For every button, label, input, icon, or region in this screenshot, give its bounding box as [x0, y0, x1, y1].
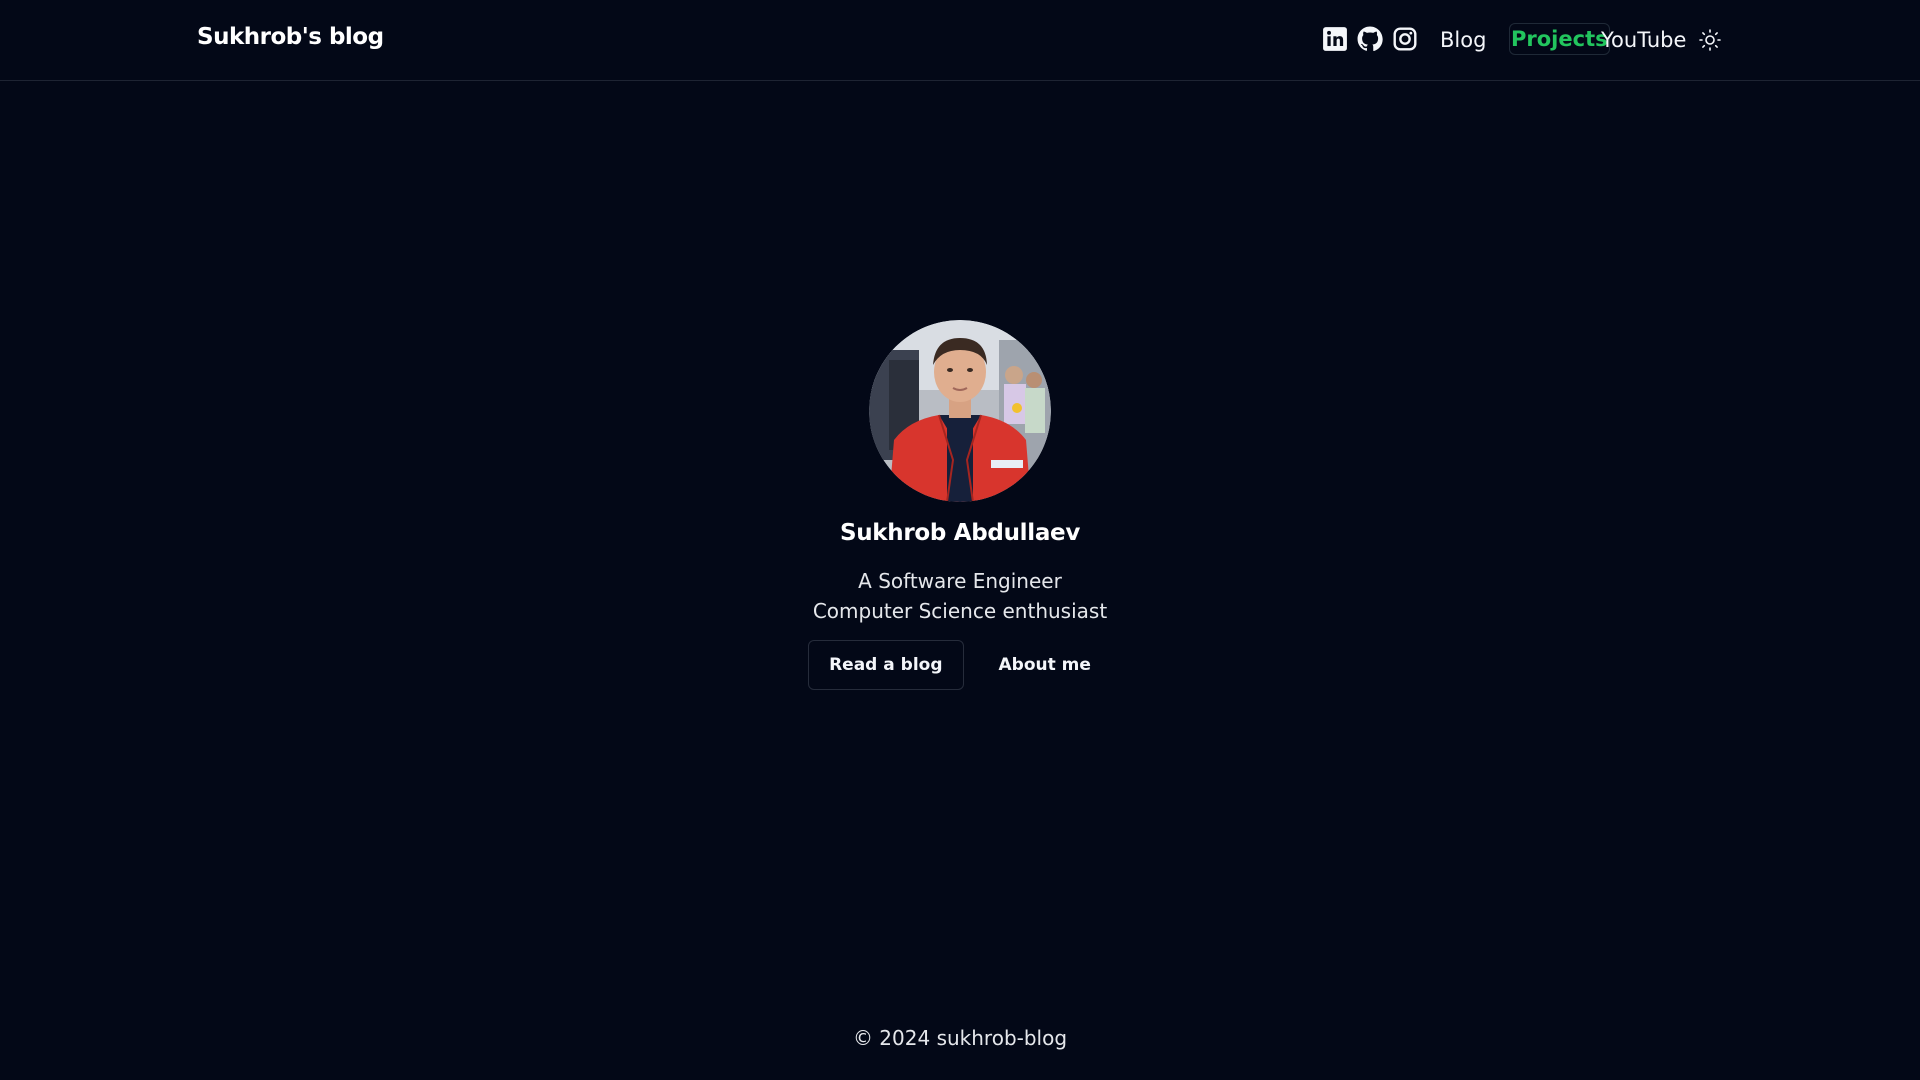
hero-actions: Read a blog About me: [0, 640, 1920, 690]
nav-blog-link[interactable]: Blog: [1440, 27, 1486, 53]
site-brand-link[interactable]: Sukhrob's blog: [197, 24, 384, 50]
about-me-button[interactable]: About me: [978, 640, 1112, 690]
linkedin-link[interactable]: [1322, 26, 1348, 52]
avatar: [869, 320, 1051, 502]
nav-projects-link[interactable]: Projects: [1509, 23, 1610, 55]
instagram-icon: [1392, 26, 1418, 52]
nav-youtube-link[interactable]: YouTube: [1601, 27, 1686, 53]
tagline-line-1: A Software Engineer: [858, 569, 1062, 593]
hero-section: Sukhrob Abdullaev A Software Engineer Co…: [0, 320, 1920, 690]
site-header: Sukhrob's blog Blog Projects YouTube: [0, 0, 1920, 81]
read-blog-button[interactable]: Read a blog: [808, 640, 964, 690]
linkedin-icon: [1322, 26, 1348, 52]
github-icon: [1357, 26, 1383, 52]
instagram-link[interactable]: [1392, 26, 1418, 52]
profile-tagline: A Software Engineer Computer Science ent…: [0, 566, 1920, 626]
sun-icon: [1698, 29, 1722, 56]
profile-name: Sukhrob Abdullaev: [839, 520, 1081, 546]
tagline-line-2: Computer Science enthusiast: [812, 599, 1108, 623]
site-footer: © 2024 sukhrob-blog: [852, 1026, 1068, 1050]
github-link[interactable]: [1357, 26, 1383, 52]
theme-toggle-button[interactable]: [1698, 28, 1722, 52]
